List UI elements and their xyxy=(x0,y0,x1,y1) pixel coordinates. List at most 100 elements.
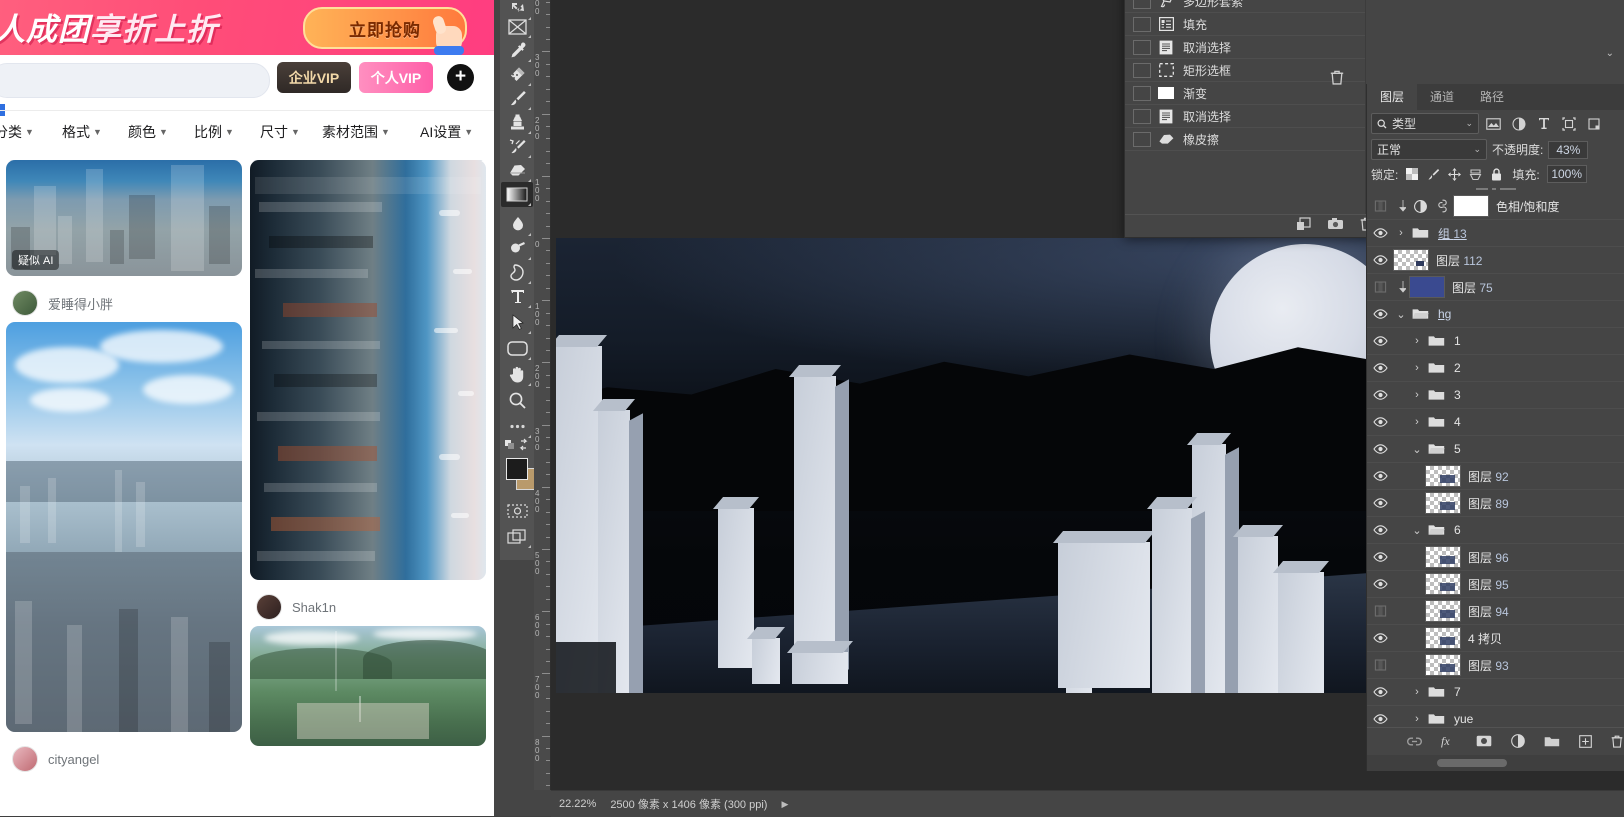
layer-row[interactable]: ⌄ hg xyxy=(1367,301,1624,328)
smart-object-filter-icon[interactable] xyxy=(1583,114,1604,133)
chevron-right-icon[interactable]: › xyxy=(1409,416,1425,428)
layer-name[interactable]: 图层 89 xyxy=(1468,495,1509,512)
rectangular-marquee-tool[interactable] xyxy=(501,14,533,39)
layer-mask-thumbnail[interactable] xyxy=(1453,195,1489,217)
screen-mode-toggle[interactable] xyxy=(501,524,533,549)
tab-channels[interactable]: 通道 xyxy=(1417,84,1467,110)
chevron-right-icon[interactable]: › xyxy=(1409,686,1425,698)
layer-name[interactable]: 图层 93 xyxy=(1468,657,1509,674)
eraser-tool[interactable] xyxy=(501,158,533,183)
layer-name[interactable]: 图层 75 xyxy=(1452,279,1493,296)
history-snapshot-source-box[interactable] xyxy=(1133,62,1151,78)
result-card[interactable]: 疑似 AI xyxy=(6,160,242,276)
result-author-row[interactable]: 爱睡得小胖 xyxy=(6,284,242,322)
layer-name[interactable]: 2 xyxy=(1454,361,1461,375)
history-snapshot-source-box[interactable] xyxy=(1133,0,1151,9)
layer-row[interactable]: 4 拷贝 xyxy=(1367,625,1624,652)
layer-row[interactable]: 图层 112 xyxy=(1367,247,1624,274)
layers-scrollbar-thumb[interactable] xyxy=(1437,759,1507,767)
new-layer-icon[interactable] xyxy=(1579,734,1592,748)
chevron-right-icon[interactable]: › xyxy=(1393,227,1409,239)
layer-name[interactable]: 图层 95 xyxy=(1468,576,1509,593)
layer-name[interactable]: 图层 96 xyxy=(1468,549,1509,566)
layer-row[interactable]: 图层 92 xyxy=(1367,463,1624,490)
link-mask-icon[interactable] xyxy=(1431,199,1453,213)
tab-paths[interactable]: 路径 xyxy=(1467,84,1517,110)
layer-name[interactable]: 1 xyxy=(1454,334,1461,348)
eyedropper-tool[interactable] xyxy=(501,38,533,63)
lock-position-icon[interactable] xyxy=(1447,167,1461,181)
layer-row[interactable]: 图层 95 xyxy=(1367,571,1624,598)
layer-mask-icon[interactable] xyxy=(1476,735,1492,747)
layer-visibility-toggle[interactable] xyxy=(1367,525,1393,535)
layer-thumbnail[interactable] xyxy=(1409,276,1445,298)
layer-row[interactable]: › 组 13 xyxy=(1367,220,1624,247)
layer-visibility-toggle[interactable] xyxy=(1367,552,1393,562)
layer-name[interactable]: hg xyxy=(1438,307,1451,321)
layer-row[interactable]: 图层 93 xyxy=(1367,652,1624,679)
layer-visibility-toggle[interactable] xyxy=(1367,687,1393,697)
layer-kind-select[interactable]: 类型 ⌄ xyxy=(1371,113,1479,134)
search-input[interactable] xyxy=(0,63,270,98)
filter-material-scope[interactable]: 素材范围 ▼ xyxy=(322,122,390,142)
zoom-tool[interactable] xyxy=(501,388,533,413)
layer-list[interactable]: 色相/饱和度 › 组 13 图层 112 图层 75 ⌄ hg › 1 › 2 › 3 › 4 ⌄ 5 图层 92… xyxy=(1367,193,1624,738)
history-state-item[interactable]: 取消选择 xyxy=(1125,105,1373,128)
layer-name[interactable]: 7 xyxy=(1454,685,1461,699)
opacity-value[interactable]: 43% xyxy=(1548,140,1589,159)
new-document-from-state-icon[interactable] xyxy=(1296,216,1311,236)
history-state-item[interactable]: 取消选择 xyxy=(1125,36,1373,59)
new-group-icon[interactable] xyxy=(1544,735,1560,747)
layer-thumbnail[interactable] xyxy=(1425,600,1461,622)
layer-thumbnail[interactable] xyxy=(1425,573,1461,595)
layer-row[interactable]: › 1 xyxy=(1367,328,1624,355)
result-card[interactable] xyxy=(250,626,486,746)
chevron-down-icon[interactable]: ⌄ xyxy=(1606,48,1614,59)
chevron-right-icon[interactable]: › xyxy=(1409,335,1425,347)
history-state-item[interactable]: 填充 xyxy=(1125,13,1373,36)
layer-visibility-toggle[interactable] xyxy=(1367,309,1393,319)
path-selection-tool[interactable] xyxy=(501,310,533,335)
tab-layers[interactable]: 图层 xyxy=(1367,84,1418,110)
quick-mask-swatch-icons[interactable] xyxy=(501,432,533,457)
layer-name[interactable]: 6 xyxy=(1454,523,1461,537)
layer-row[interactable]: › 2 xyxy=(1367,355,1624,382)
layer-thumbnail[interactable] xyxy=(1393,249,1429,271)
vertical-ruler[interactable]: 4003002001000100200300400500600700800900 xyxy=(534,0,551,790)
layer-thumbnail[interactable] xyxy=(1425,627,1461,649)
layer-row[interactable]: › 7 xyxy=(1367,679,1624,706)
brush-tool[interactable] xyxy=(501,86,533,111)
layer-row[interactable]: › 4 xyxy=(1367,409,1624,436)
chevron-right-icon[interactable]: › xyxy=(1409,362,1425,374)
status-expand-arrow[interactable]: ▶ xyxy=(781,799,788,810)
layer-visibility-toggle[interactable] xyxy=(1367,336,1393,346)
layer-name[interactable]: 4 拷贝 xyxy=(1468,630,1502,647)
layer-name[interactable]: 组 13 xyxy=(1438,225,1467,242)
adjustment-filter-icon[interactable] xyxy=(1508,114,1529,133)
layer-visibility-toggle[interactable] xyxy=(1367,255,1393,265)
zoom-level[interactable]: 22.22% xyxy=(559,798,596,810)
spot-healing-brush-tool[interactable] xyxy=(501,62,533,87)
layer-visibility-toggle[interactable] xyxy=(1367,498,1393,508)
filter-ratio[interactable]: 比例 ▼ xyxy=(194,122,234,142)
layer-visibility-toggle[interactable] xyxy=(1367,390,1393,400)
result-author-row[interactable]: cityangel xyxy=(6,740,242,778)
new-adjustment-layer-icon[interactable] xyxy=(1511,734,1525,748)
hand-tool[interactable] xyxy=(501,362,533,387)
layer-style-icon[interactable]: fx xyxy=(1441,734,1457,748)
history-snapshot-source-box[interactable] xyxy=(1133,39,1151,55)
blur-tool[interactable] xyxy=(501,212,533,237)
history-snapshot-source-box[interactable] xyxy=(1133,16,1151,32)
filter-ai-settings[interactable]: AI设置 ▼ xyxy=(420,122,473,142)
add-plus-button[interactable]: + xyxy=(447,64,474,91)
pixel-filter-icon[interactable] xyxy=(1483,114,1504,133)
layer-visibility-toggle[interactable] xyxy=(1367,471,1393,481)
chevron-right-icon[interactable]: › xyxy=(1409,389,1425,401)
history-snapshot-source-box[interactable] xyxy=(1133,131,1151,147)
layers-horizontal-scrollbar[interactable] xyxy=(1367,755,1624,771)
promo-banner[interactable]: 人成团享折上折 立即抢购 xyxy=(0,0,494,55)
history-snapshot-source-box[interactable] xyxy=(1133,85,1151,101)
type-tool[interactable] xyxy=(501,284,533,309)
gradient-tool[interactable] xyxy=(501,182,533,207)
history-state-item[interactable]: 多边形套索 xyxy=(1125,0,1373,13)
